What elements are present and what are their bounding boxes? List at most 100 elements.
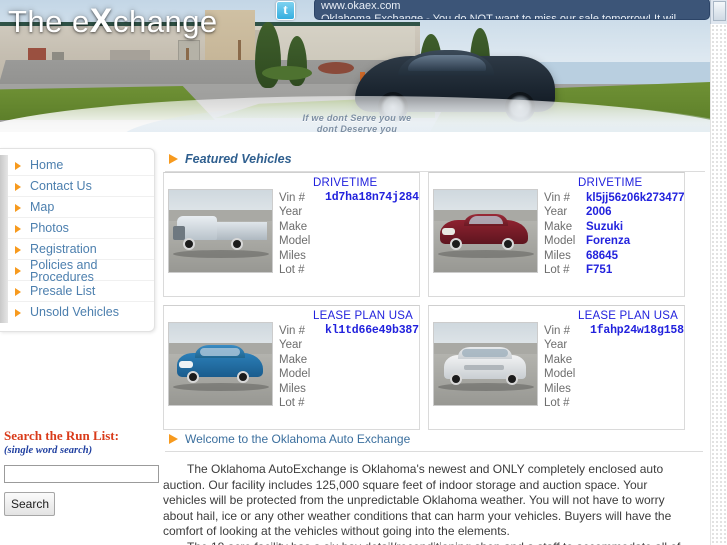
section-title: Featured Vehicles bbox=[185, 152, 292, 166]
arrow-right-icon bbox=[15, 309, 21, 317]
scrollbar-track[interactable] bbox=[710, 24, 727, 545]
welcome-paragraph-1: The Oklahoma AutoExchange is Oklahoma's … bbox=[163, 462, 672, 538]
arrow-right-icon bbox=[15, 204, 21, 212]
vehicle-thumbnail[interactable] bbox=[433, 189, 538, 273]
nav-edge-strip bbox=[0, 176, 8, 197]
welcome-body: The Oklahoma AutoExchange is Oklahoma's … bbox=[163, 462, 688, 545]
sidebar-item-photos[interactable]: Photos bbox=[0, 218, 154, 239]
vehicle-seller: LEASE PLAN USA bbox=[578, 310, 678, 322]
label-vin: Vin # bbox=[279, 192, 306, 204]
arrow-right-icon bbox=[15, 183, 21, 191]
label-miles: Miles bbox=[279, 382, 306, 395]
logo-text-change: change bbox=[112, 4, 218, 39]
tagline-line-1: If we dont Serve you we bbox=[302, 113, 412, 123]
sidebar-item-label: Home bbox=[30, 158, 64, 172]
scrollbar-thumb[interactable] bbox=[713, 1, 726, 21]
sidebar-item-map[interactable]: Map bbox=[0, 197, 154, 218]
label-make: Make bbox=[279, 353, 308, 366]
arrow-right-icon bbox=[169, 154, 178, 164]
sidebar-item-label: Policies and Procedures bbox=[30, 258, 98, 284]
nav-edge-strip bbox=[0, 197, 8, 218]
site-tagline: If we dont Serve you we dont Deserve you bbox=[262, 113, 452, 135]
label-lot: Lot # bbox=[279, 264, 305, 277]
vehicle-info: DRIVETIME Vin # kl5jj56z06k273477 Year 200… bbox=[538, 173, 684, 296]
nav-edge-strip bbox=[0, 155, 8, 176]
tagline-line-2: dont Deserve you bbox=[316, 124, 398, 134]
sidebar-item-presale-list[interactable]: Presale List bbox=[0, 281, 154, 302]
sidebar-nav: Home Contact Us Map Photos Registration … bbox=[0, 148, 155, 332]
value-vin: kl1td66e49b387653 bbox=[325, 324, 419, 337]
nav-edge-strip bbox=[0, 302, 8, 323]
label-vin: Vin # bbox=[544, 192, 571, 204]
arrow-right-icon bbox=[15, 267, 21, 275]
featured-vehicles-section: Featured Vehicles DRIVETIME Vin # Year M… bbox=[163, 148, 708, 438]
featured-vehicles-header: Featured Vehicles bbox=[163, 148, 708, 170]
vehicle-info: DRIVETIME Vin # Year Make Model Miles Lo… bbox=[273, 173, 419, 296]
section-divider bbox=[165, 451, 703, 452]
search-subtitle: (single word search) bbox=[4, 445, 93, 456]
label-model: Model bbox=[544, 235, 576, 248]
label-miles: Miles bbox=[544, 249, 571, 262]
label-lot: Lot # bbox=[544, 397, 570, 410]
twitter-tooltip-url: www.okaex.com bbox=[321, 0, 401, 12]
arrow-right-icon bbox=[169, 434, 178, 444]
label-year: Year bbox=[279, 206, 303, 219]
label-year: Year bbox=[544, 206, 568, 219]
arrow-right-icon bbox=[15, 246, 21, 254]
nav-edge-strip bbox=[0, 239, 8, 260]
label-miles: Miles bbox=[279, 249, 306, 262]
label-model: Model bbox=[279, 368, 311, 381]
label-year: Year bbox=[279, 339, 303, 352]
value-make: Suzuki bbox=[586, 220, 624, 233]
value-miles: 68645 bbox=[586, 249, 618, 262]
value-year: 2006 bbox=[586, 206, 612, 219]
sidebar-item-label: Map bbox=[30, 200, 55, 214]
label-vin: Vin # bbox=[279, 325, 306, 337]
vehicle-card[interactable]: DRIVETIME Vin # kl5jj56z06k273477 Year 200… bbox=[428, 172, 685, 297]
sidebar-item-registration[interactable]: Registration bbox=[0, 239, 154, 260]
sidebar-item-label: Unsold Vehicles bbox=[30, 305, 119, 319]
banner-car-window bbox=[408, 55, 486, 71]
site-logo[interactable]: The eXchange bbox=[8, 2, 218, 41]
vehicle-details: Vin # kl5jj56z06k273477 Year 2006 Make Suzu… bbox=[544, 191, 684, 277]
twitter-tooltip-message: Oklahoma Exchange - You do NOT want to m… bbox=[321, 13, 677, 20]
logo-letter-x: X bbox=[89, 2, 113, 40]
sidebar-item-contact-us[interactable]: Contact Us bbox=[0, 176, 154, 197]
value-vin: 1d7ha18n74j284013 bbox=[325, 191, 419, 204]
sidebar-item-label: Registration bbox=[30, 242, 97, 256]
sidebar-item-unsold-vehicles[interactable]: Unsold Vehicles bbox=[0, 302, 154, 323]
value-vin: 1fahp24w18g158879 bbox=[590, 324, 684, 337]
vehicle-card[interactable]: LEASE PLAN USA Vin # Year Make Model Mil… bbox=[428, 305, 685, 430]
vehicle-details: Vin # Year Make Model Miles Lot # 1d7ha1… bbox=[279, 191, 419, 277]
sidebar-item-policies-and-procedures[interactable]: Policies and Procedures bbox=[0, 258, 154, 284]
vehicle-info: LEASE PLAN USA Vin # Year Make Model Mil… bbox=[538, 306, 684, 429]
label-model: Model bbox=[544, 368, 576, 381]
value-vin: kl5jj56z06k273477 bbox=[586, 192, 685, 204]
vehicle-seller: DRIVETIME bbox=[313, 177, 378, 189]
twitter-tooltip: www.okaex.com Oklahoma Exchange - You do… bbox=[314, 0, 710, 20]
welcome-paragraph-2: The 18 acre facility has a six bay detai… bbox=[163, 540, 688, 545]
vehicle-thumbnail[interactable] bbox=[433, 322, 538, 406]
label-vin: Vin # bbox=[544, 325, 571, 337]
vehicle-card[interactable]: LEASE PLAN USA Vin # Year Make Model Mil… bbox=[163, 305, 420, 430]
scrollbar-up-button[interactable] bbox=[710, 0, 727, 24]
label-make: Make bbox=[544, 353, 573, 366]
twitter-icon[interactable]: t bbox=[276, 1, 295, 20]
nav-edge-strip bbox=[0, 218, 8, 239]
run-list-search: Search the Run List: (single word search… bbox=[4, 428, 164, 516]
welcome-section: Welcome to the Oklahoma Auto Exchange Th… bbox=[163, 428, 708, 545]
search-button[interactable]: Search bbox=[4, 492, 55, 516]
vehicle-thumbnail[interactable] bbox=[168, 322, 273, 406]
arrow-right-icon bbox=[15, 225, 21, 233]
sidebar-item-label: Photos bbox=[30, 221, 69, 235]
welcome-title: Welcome to the Oklahoma Auto Exchange bbox=[185, 432, 411, 446]
search-input[interactable] bbox=[4, 465, 159, 483]
vehicle-info: LEASE PLAN USA Vin # Year Make Model Mil… bbox=[273, 306, 419, 429]
logo-text-the: The e bbox=[8, 4, 90, 39]
vehicle-card[interactable]: DRIVETIME Vin # Year Make Model Miles Lo… bbox=[163, 172, 420, 297]
sidebar-item-home[interactable]: Home bbox=[0, 155, 154, 176]
vehicle-thumbnail[interactable] bbox=[168, 189, 273, 273]
arrow-right-icon bbox=[15, 162, 21, 170]
arrow-right-icon bbox=[15, 288, 21, 296]
label-lot: Lot # bbox=[279, 397, 305, 410]
